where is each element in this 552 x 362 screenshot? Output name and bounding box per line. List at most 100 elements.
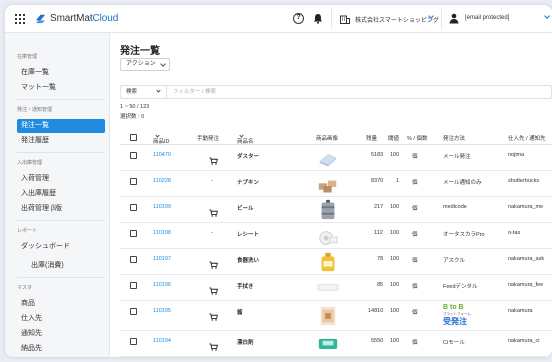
table-row[interactable]: 110196 手拭き 85 100 個 Feedデンタル nakamura_fee (120, 275, 552, 301)
product-name: ダスター (237, 154, 260, 160)
app-window: SmartMatCloud ? 株式会社スマートショッピング [email pr… (5, 5, 552, 357)
table-row[interactable]: 110199 ビール 217 100 個 medicode nakamura_me (120, 197, 552, 223)
sidebar-item-consumption[interactable]: 出庫(消費) (27, 259, 105, 273)
sidebar-item-receiving[interactable]: 入荷管理 (17, 172, 105, 186)
row-checkbox[interactable] (130, 204, 137, 211)
product-image (317, 228, 339, 245)
sidebar-item-dashboard[interactable]: ダッシュボード (17, 240, 105, 254)
table-row[interactable]: 110228 - ナプキン 8370 1 個 メール通知のみ shutterbucks (120, 171, 552, 197)
table-row[interactable]: 110470 ダスター 5183 100 個 メール発注 nojima (120, 145, 552, 171)
header-product-name[interactable]: 商品名 (237, 133, 254, 145)
cart-icon[interactable] (209, 256, 218, 269)
sidebar-divider (17, 99, 105, 100)
threshold-value: 100 (390, 204, 400, 210)
cart-icon[interactable] (209, 152, 218, 165)
row-checkbox[interactable] (130, 282, 137, 289)
help-icon[interactable]: ? (293, 13, 304, 24)
cart-icon[interactable] (209, 338, 218, 351)
product-image (317, 176, 339, 193)
action-label: アクション (126, 61, 156, 67)
table-header: 商品ID 手動発注 商品名 商品画像 残量 閾値 % / 個数 発注方法 仕入先… (120, 131, 552, 145)
sidebar: 在庫管理 在庫一覧 マット一覧 発注・通知管理 発注一覧 発注履歴 入出庫管理 … (5, 33, 110, 357)
row-checkbox[interactable] (130, 152, 137, 159)
bell-icon[interactable] (313, 13, 323, 24)
sidebar-item-order-history[interactable]: 発注履歴 (17, 134, 105, 148)
row-checkbox[interactable] (130, 338, 137, 345)
supplier-name: nakamura (508, 308, 533, 314)
apps-grid-icon[interactable] (15, 14, 25, 24)
product-name: 手拭き (237, 284, 254, 290)
product-id-link[interactable]: 110195 (153, 308, 171, 314)
row-checkbox[interactable] (130, 178, 137, 185)
sidebar-item-stock-history[interactable]: 入出庫履歴 (17, 187, 105, 201)
product-image (317, 280, 339, 296)
product-id-link[interactable]: 110194 (153, 338, 171, 344)
remaining-value: 14810 (368, 308, 384, 314)
unit-value: 個 (412, 340, 418, 346)
main-content: 発注一覧 アクション 検索 フィルター / 検索 1 ~ 50 / 123 選択… (110, 33, 552, 357)
chevron-down-icon[interactable] (544, 13, 550, 19)
remaining-value: 112 (374, 230, 383, 236)
product-id-link[interactable]: 110228 (153, 178, 171, 184)
threshold-value: 100 (390, 282, 400, 288)
sidebar-section-title: レポート (17, 228, 38, 234)
sidebar-item-order-list[interactable]: 発注一覧 (17, 119, 105, 133)
company-name[interactable]: 株式会社スマートショッピング (355, 15, 439, 24)
row-checkbox[interactable] (130, 256, 137, 263)
header-remaining: 残量 (366, 136, 378, 142)
product-id-link[interactable]: 110199 (153, 204, 171, 210)
smartmat-logo-icon (35, 14, 46, 24)
table-row[interactable]: 110197 食器洗い 78 100 個 アスクル nakamura_ask (120, 249, 552, 275)
product-id-link[interactable]: 110196 (153, 282, 171, 288)
product-name: ナプキン (237, 180, 259, 186)
remaining-value: 5183 (371, 152, 384, 158)
header-supplier: 仕入先 / 通知先 (508, 136, 546, 142)
cart-icon[interactable] (209, 308, 218, 321)
product-id-link[interactable]: 110198 (153, 230, 171, 236)
order-method: Feedデンタル (443, 284, 478, 290)
order-method: オータスカラPro (443, 232, 485, 238)
unit-value: 個 (412, 154, 418, 160)
sidebar-section-title: 入出庫管理 (17, 160, 43, 166)
sidebar-item-suppliers[interactable]: 仕入先 (17, 312, 105, 326)
supplier-name: nakamura_fee (508, 282, 544, 288)
app-logo[interactable]: SmartMatCloud (34, 12, 118, 25)
supplier-name: nakamura_ask (508, 256, 545, 262)
row-checkbox[interactable] (130, 230, 137, 237)
filter-input[interactable]: フィルター / 検索 (173, 86, 216, 98)
product-id-link[interactable]: 110470 (153, 152, 171, 158)
product-id-link[interactable]: 110197 (153, 256, 171, 262)
user-email[interactable]: [email protected] (465, 15, 509, 21)
remaining-value: 78 (377, 256, 384, 262)
table-row[interactable]: 110194 漂白剤 5550 100 個 Ciモール nakamura_ci (120, 331, 552, 357)
supplier-name: shutterbucks (508, 178, 540, 184)
header-threshold: 閾値 (388, 136, 400, 142)
top-bar: SmartMatCloud ? 株式会社スマートショッピング [email pr… (5, 5, 552, 33)
select-all-checkbox[interactable] (130, 134, 137, 141)
unit-value: 個 (412, 206, 418, 212)
header-order-method: 発注方法 (443, 136, 466, 142)
cart-icon[interactable] (209, 282, 218, 295)
cart-icon[interactable] (209, 204, 218, 217)
selected-count: 選択数 : 0 (120, 114, 145, 120)
sidebar-item-products[interactable]: 商品 (17, 297, 105, 311)
table-row[interactable]: 110198 - レシート 112 100 個 オータスカラPro o-tas (120, 223, 552, 249)
unit-value: 個 (412, 232, 418, 238)
building-icon (340, 15, 350, 24)
threshold-value: 1 (396, 178, 400, 184)
remaining-value: 217 (374, 204, 384, 210)
action-dropdown[interactable]: アクション (120, 58, 170, 71)
row-checkbox[interactable] (130, 308, 137, 315)
unit-value: 個 (412, 310, 418, 316)
sidebar-section-title: 発注・通知管理 (17, 107, 53, 113)
table-row[interactable]: 110195 酱 14810 100 個 B to B プラットフォーム 受発注 nak… (120, 301, 552, 331)
sidebar-divider (17, 277, 105, 278)
sidebar-item-shipping[interactable]: 出荷管理 β版 (17, 202, 105, 216)
sidebar-item-inventory-list[interactable]: 在庫一覧 (17, 66, 105, 80)
sidebar-item-delivery-targets[interactable]: 納品先 (17, 342, 105, 356)
filter-field-select[interactable]: 検索 (121, 86, 167, 98)
sidebar-item-mat-list[interactable]: マット一覧 (17, 81, 105, 95)
product-image (317, 150, 339, 167)
sidebar-item-notify-targets[interactable]: 通知先 (17, 327, 105, 341)
header-product-id[interactable]: 商品ID (153, 133, 170, 145)
